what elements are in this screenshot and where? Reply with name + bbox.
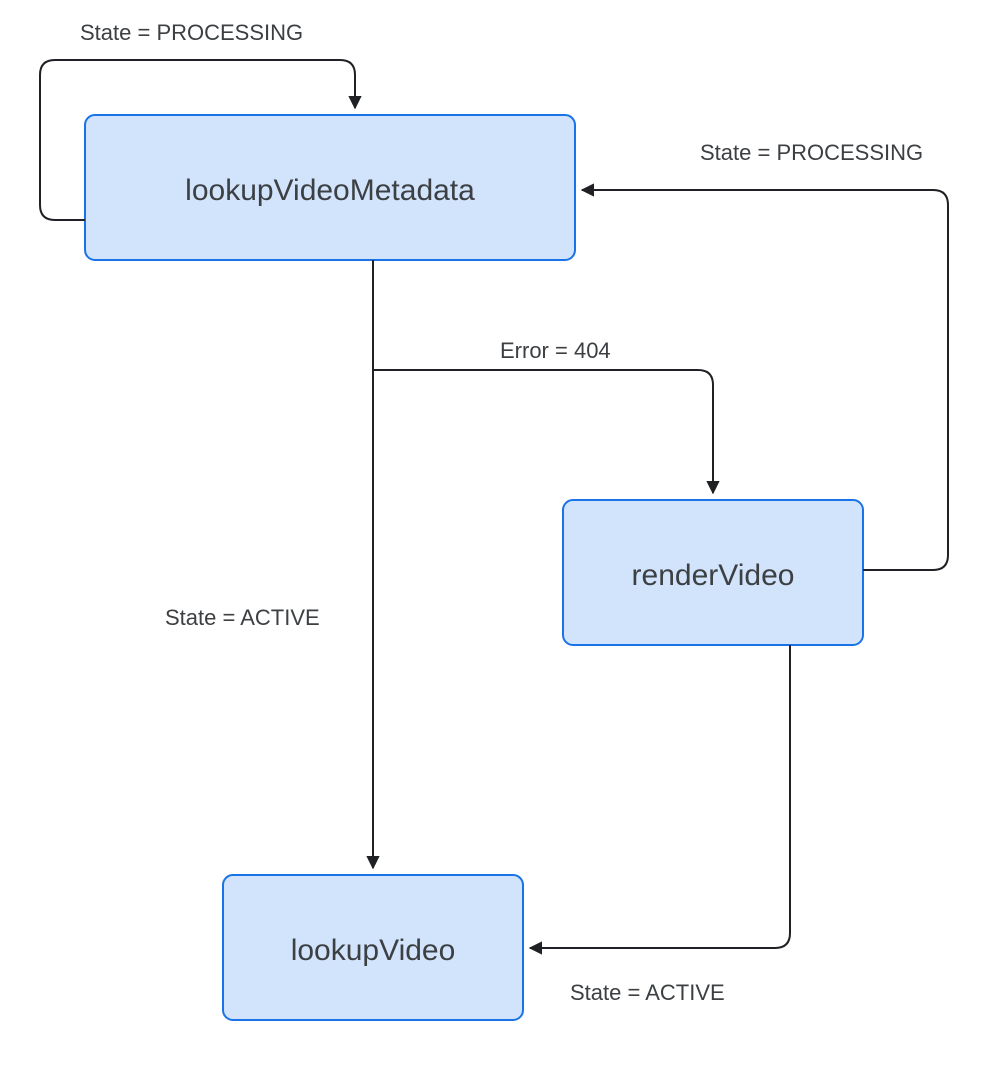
node-renderVideo: renderVideo: [563, 500, 863, 645]
edge-render-to-lookup-active: State = ACTIVE: [530, 645, 790, 1005]
edge-metadata-to-render-404: Error = 404: [373, 338, 713, 493]
edge-self-processing-label: State = PROCESSING: [80, 20, 303, 45]
node-lookupVideoMetadata-label: lookupVideoMetadata: [185, 174, 475, 207]
node-renderVideo-label: renderVideo: [632, 559, 795, 592]
node-lookupVideoMetadata: lookupVideoMetadata: [85, 115, 575, 260]
edge-metadata-to-render-404-label: Error = 404: [500, 338, 611, 363]
node-lookupVideo: lookupVideo: [223, 875, 523, 1020]
edge-render-to-lookup-active-label: State = ACTIVE: [570, 980, 725, 1005]
state-diagram: lookupVideoMetadata renderVideo lookupVi…: [0, 0, 1006, 1076]
edge-render-to-metadata-processing-label: State = PROCESSING: [700, 140, 923, 165]
node-lookupVideo-label: lookupVideo: [291, 934, 456, 967]
edge-metadata-to-lookup-active: State = ACTIVE: [165, 260, 373, 868]
edge-metadata-to-lookup-active-label: State = ACTIVE: [165, 605, 320, 630]
